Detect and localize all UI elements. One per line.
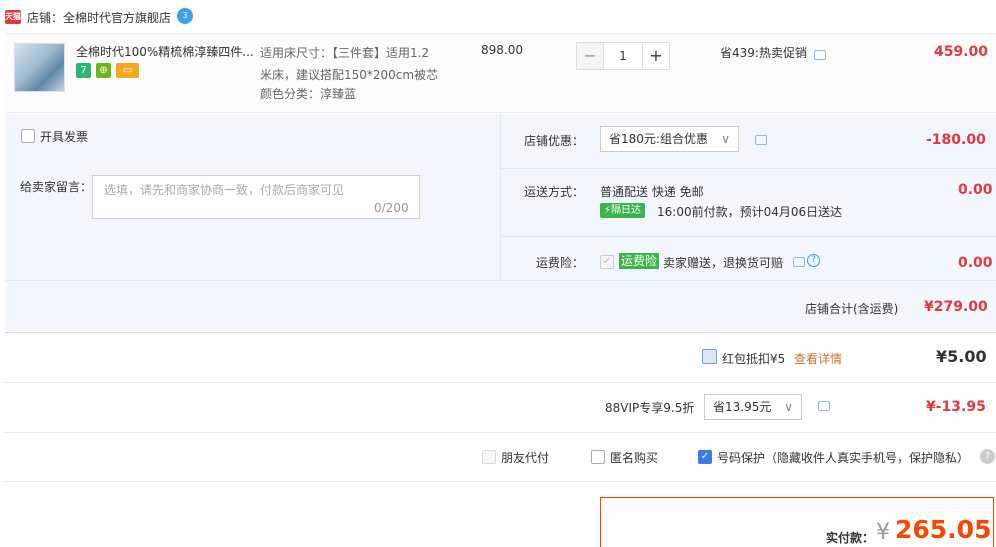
anonymous-label[interactable]: 匿名购买: [610, 449, 658, 466]
divider: [500, 168, 996, 169]
divider: [5, 432, 996, 433]
invoice-label[interactable]: 开具发票: [40, 128, 88, 145]
memo-label: 给卖家留言：: [20, 180, 93, 194]
delivery-amount: 0.00: [958, 182, 993, 198]
vip-discount-select[interactable]: 省13.95元 ∨: [704, 394, 802, 420]
delivery-method: 普通配送 快递 免邮: [600, 185, 704, 199]
unit-price: 898.00: [481, 43, 523, 57]
shop-discount-select[interactable]: 省180元:组合优惠 ∨: [600, 126, 739, 152]
sku-line-1: 适用床尺寸：【三件套】适用1.2: [260, 46, 430, 60]
seven-day-return-icon: 7: [76, 63, 91, 78]
next-day-badge: ⚡隔日达: [600, 203, 646, 218]
shop-total-label: 店铺合计(含运费): [805, 302, 899, 316]
red-packet-label[interactable]: 红包抵扣¥5: [722, 350, 785, 367]
shop-name[interactable]: 店铺：全棉时代官方旗舰店: [27, 9, 171, 26]
wangwang-chat-icon[interactable]: 3: [177, 8, 193, 24]
discount-comment-icon[interactable]: [755, 135, 767, 145]
vip-label: 88VIP专享9.5折: [605, 401, 695, 415]
red-packet-checkbox[interactable]: [702, 349, 717, 364]
insurance-badge: 运费险: [619, 253, 660, 269]
vip-discount-selected: 省13.95元: [713, 400, 772, 414]
invoice-checkbox[interactable]: [21, 129, 35, 143]
payment-currency: ¥: [876, 520, 890, 545]
tmall-logo: 天猫: [5, 10, 21, 24]
delivery-label: 运送方式：: [524, 185, 585, 199]
number-protect-checkbox[interactable]: ✓: [698, 450, 712, 464]
promo-text: 省439:热卖促销: [720, 46, 807, 60]
item-subtotal: 459.00: [934, 44, 989, 60]
payment-amount: 265.05: [895, 515, 992, 544]
chevron-down-icon: ∨: [721, 132, 730, 146]
number-protect-label[interactable]: 号码保护（隐藏收件人真实手机号，保护隐私）: [717, 449, 969, 466]
insurance-text: 卖家赠送，退换货可赔: [663, 256, 784, 270]
quantity-increase-button[interactable]: +: [642, 42, 670, 70]
red-packet-amount: ¥5.00: [936, 347, 987, 366]
divider: [500, 236, 996, 237]
insurance-amount: 0.00: [958, 255, 993, 271]
insurance-comment-icon[interactable]: [793, 257, 805, 267]
help-icon[interactable]: ?: [980, 449, 995, 464]
delivery-eta: 16:00前付款，预计04月06日送达: [657, 205, 843, 219]
product-thumbnail[interactable]: [14, 43, 65, 92]
sku-line-3: 颜色分类：淳臻蓝: [260, 87, 357, 101]
shop-discount-label: 店铺优惠：: [524, 134, 585, 148]
credit-card-icon: ▭: [116, 63, 139, 78]
anonymous-checkbox[interactable]: [591, 450, 605, 464]
next-day-badge-label: 隔日达: [611, 205, 642, 216]
shop-discount-selected: 省180元:组合优惠: [609, 132, 708, 146]
memo-counter: 0/200: [374, 201, 409, 215]
payment-label: 实付款：: [826, 531, 875, 545]
product-title[interactable]: 全棉时代100%精梳棉淳臻四件...: [76, 43, 258, 60]
chevron-down-icon: ∨: [784, 400, 793, 414]
promo-comment-icon[interactable]: [814, 50, 826, 60]
divider: [5, 280, 996, 281]
divider: [5, 382, 996, 383]
red-packet-details-link[interactable]: 查看详情: [794, 350, 842, 367]
insurance-label: 运费险：: [536, 256, 585, 270]
shop-total-amount: ¥279.00: [924, 299, 988, 315]
shop-discount-amount: -180.00: [926, 132, 986, 148]
insurance-checkbox: ✓: [600, 255, 614, 269]
memo-placeholder: 选填，请先和商家协商一致，付款后商家可见: [104, 183, 345, 197]
quantity-input[interactable]: 1: [604, 42, 642, 70]
sku-line-2: 米床，建议搭配150*200cm被芯: [260, 68, 439, 82]
help-icon[interactable]: ?: [807, 254, 820, 267]
guarantee-icon: ⊕: [96, 63, 111, 78]
divider: [5, 481, 996, 482]
friend-pay-label[interactable]: 朋友代付: [501, 449, 549, 466]
friend-pay-checkbox[interactable]: [482, 450, 496, 464]
vip-comment-icon[interactable]: [818, 401, 830, 411]
quantity-decrease-button[interactable]: −: [576, 42, 604, 70]
vip-amount: ¥-13.95: [926, 399, 986, 415]
lightning-icon: ⚡: [604, 205, 612, 216]
